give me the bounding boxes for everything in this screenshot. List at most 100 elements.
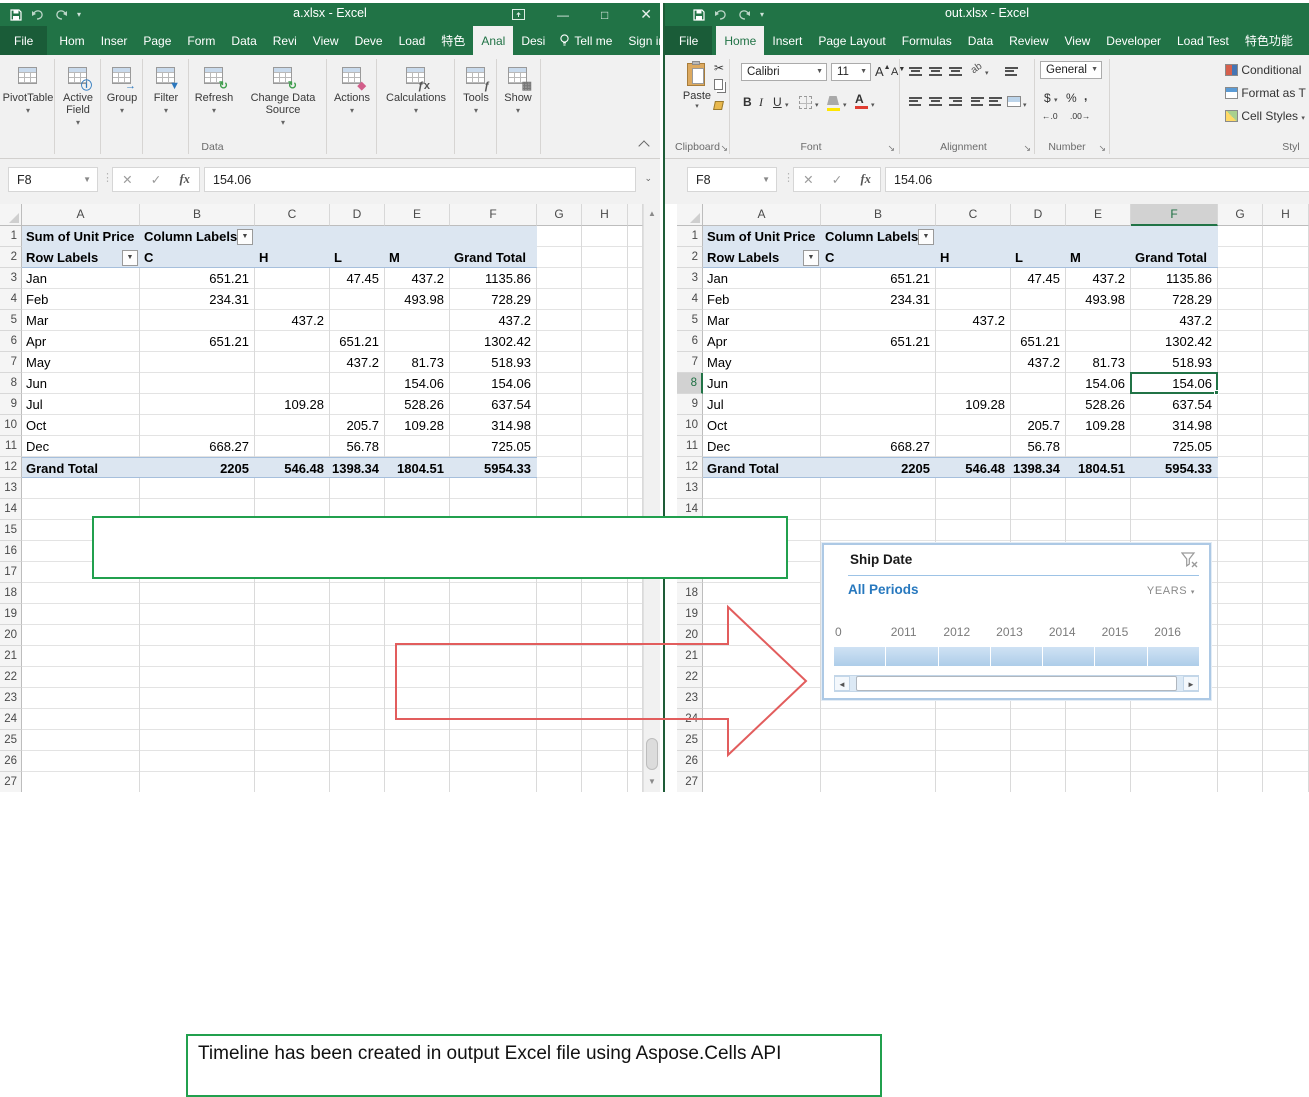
align-bottom-icon[interactable] [949, 65, 962, 78]
timeline-scroll-left-icon[interactable]: ◄ [834, 676, 850, 691]
font-name-select[interactable]: Calibri▼ [741, 63, 827, 81]
row-header-18[interactable]: 18 [0, 583, 22, 604]
ribbon-tab-特色[interactable]: 特色 [433, 26, 473, 55]
cell[interactable]: 725.05 [1131, 436, 1218, 457]
timeline-level-dropdown-icon[interactable]: ▾ [1191, 589, 1195, 596]
number-dialog-launcher-icon[interactable]: ↘ [1098, 143, 1106, 154]
cell-styles-button[interactable]: Cell Styles ▾ [1225, 109, 1305, 123]
cell[interactable]: Sum of Unit Price [703, 226, 821, 247]
timeline-level-select[interactable]: YEARS ▾ [1147, 585, 1195, 597]
format-as-table-button[interactable]: Format as T [1225, 86, 1306, 100]
decrease-decimal-icon[interactable]: .00→ [1070, 111, 1090, 121]
cell[interactable]: 528.26 [385, 394, 450, 415]
row-labels-filter-icon[interactable]: ▼ [122, 250, 138, 266]
cell[interactable]: 234.31 [821, 289, 936, 310]
format-painter-icon[interactable] [714, 99, 723, 113]
cell[interactable]: 47.45 [330, 268, 385, 289]
cell[interactable]: Jul [703, 394, 821, 415]
cell[interactable]: H [936, 247, 1011, 268]
ribbon-button-actions[interactable]: ◆Actions▾ [328, 61, 376, 147]
borders-icon[interactable] [799, 96, 812, 112]
select-all-corner[interactable] [0, 204, 22, 226]
ribbon-tab-developer[interactable]: Developer [1098, 26, 1169, 55]
row-header-10[interactable]: 10 [677, 415, 703, 436]
cell[interactable]: 2205 [821, 458, 936, 479]
row-header-27[interactable]: 27 [677, 772, 703, 792]
row-header-6[interactable]: 6 [0, 331, 22, 352]
ribbon-button-refresh[interactable]: ↻Refresh▾ [190, 61, 238, 147]
column-header-H[interactable]: H [582, 204, 628, 226]
orientation-icon[interactable]: ab [969, 61, 984, 76]
column-header-E[interactable]: E [1066, 204, 1131, 226]
cell[interactable]: Grand Total [450, 247, 537, 268]
increase-indent-icon[interactable] [989, 95, 1002, 108]
cell[interactable]: Grand Total [703, 458, 821, 479]
timeline-segment[interactable] [1148, 647, 1199, 666]
cell[interactable]: 437.2 [330, 352, 385, 373]
copy-icon[interactable] [714, 79, 723, 93]
cancel-entry-icon[interactable]: ✕ [122, 172, 132, 187]
row-header-26[interactable]: 26 [0, 751, 22, 772]
row-labels-filter-icon[interactable]: ▼ [803, 250, 819, 266]
number-format-select[interactable]: General▼ [1040, 61, 1102, 79]
row-header-7[interactable]: 7 [0, 352, 22, 373]
decrease-indent-icon[interactable] [971, 95, 984, 108]
expand-formula-bar-icon[interactable]: ⌄ [644, 173, 652, 184]
cell[interactable]: 109.28 [255, 394, 330, 415]
cell[interactable]: 154.06 [385, 373, 450, 394]
clear-filter-icon[interactable] [1181, 552, 1199, 569]
cell[interactable]: 546.48 [936, 458, 1011, 479]
row-header-15[interactable]: 15 [0, 520, 22, 541]
align-center-icon[interactable] [929, 95, 942, 108]
underline-button[interactable]: U [773, 95, 782, 109]
timeline-segment[interactable] [939, 647, 990, 666]
cell[interactable]: 518.93 [1131, 352, 1218, 373]
cell[interactable]: 205.7 [330, 415, 385, 436]
row-header-8[interactable]: 8 [0, 373, 22, 394]
row-header-3[interactable]: 3 [677, 268, 703, 289]
cell[interactable]: 234.31 [140, 289, 255, 310]
ribbon-tab-desi[interactable]: Desi [513, 26, 553, 55]
scroll-up-icon[interactable]: ▲ [644, 204, 660, 224]
name-box-dropdown-icon[interactable]: ▼ [762, 175, 770, 184]
cell[interactable]: Sum of Unit Price [22, 226, 140, 247]
ribbon-button-tools[interactable]: ƒTools▾ [456, 61, 496, 147]
ribbon-tab-form[interactable]: Form [179, 26, 223, 55]
cell[interactable]: 1135.86 [1131, 268, 1218, 289]
align-right-icon[interactable] [949, 95, 962, 108]
ribbon-display-options-icon[interactable] [512, 9, 525, 20]
ribbon-tab-revi[interactable]: Revi [265, 26, 305, 55]
ribbon-tab-view[interactable]: View [1057, 26, 1099, 55]
timeline-bar[interactable] [834, 647, 1199, 666]
ribbon-tab-load-test[interactable]: Load Test [1169, 26, 1237, 55]
cell[interactable]: 728.29 [450, 289, 537, 310]
confirm-entry-icon[interactable]: ✓ [151, 172, 161, 187]
cell[interactable]: Dec [22, 436, 140, 457]
row-header-17[interactable]: 17 [0, 562, 22, 583]
cell[interactable]: Grand Total [22, 458, 140, 479]
timeline-period-label[interactable]: All Periods [848, 582, 919, 597]
column-labels-filter-icon[interactable]: ▼ [918, 229, 934, 245]
align-middle-icon[interactable] [929, 65, 942, 78]
cell[interactable]: 154.06 [450, 373, 537, 394]
cell[interactable]: 314.98 [1131, 415, 1218, 436]
cell[interactable]: 1135.86 [450, 268, 537, 289]
row-header-13[interactable]: 13 [0, 478, 22, 499]
row-header-3[interactable]: 3 [0, 268, 22, 289]
name-box[interactable]: F8▼ [8, 167, 98, 192]
timeline-ship-date[interactable]: Ship Date All Periods YEARS ▾ 0201120122… [822, 543, 1211, 700]
cell[interactable]: 109.28 [936, 394, 1011, 415]
row-header-14[interactable]: 14 [0, 499, 22, 520]
cell[interactable]: 437.2 [385, 268, 450, 289]
timeline-segment[interactable] [991, 647, 1042, 666]
column-header-H[interactable]: H [1263, 204, 1309, 226]
paste-button[interactable]: Paste ▾ [682, 61, 712, 113]
column-header-D[interactable]: D [1011, 204, 1066, 226]
font-size-select[interactable]: 11▼ [831, 63, 871, 81]
cell[interactable]: Feb [22, 289, 140, 310]
row-header-6[interactable]: 6 [677, 331, 703, 352]
cell[interactable]: May [703, 352, 821, 373]
row-header-20[interactable]: 20 [0, 625, 22, 646]
cell[interactable]: 47.45 [1011, 268, 1066, 289]
ribbon-button-pivottable[interactable]: PivotTable▾ [2, 61, 54, 147]
